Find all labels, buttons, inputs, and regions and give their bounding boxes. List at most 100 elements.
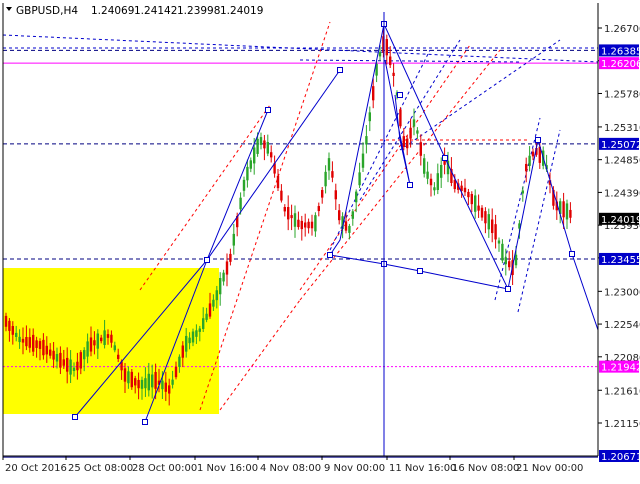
candle-body [52, 350, 55, 360]
candle-body [494, 224, 497, 240]
candle-body [331, 171, 334, 178]
time-tick-label: 25 Oct 08:00 [68, 463, 133, 474]
header-close: 1.24019 [220, 5, 263, 17]
candle-body [113, 345, 116, 351]
candle-body [66, 357, 69, 372]
trend-marker [72, 414, 78, 420]
candle-body [222, 272, 225, 282]
candle-body [423, 158, 426, 174]
header-open: 1.24069 [91, 5, 134, 17]
candle-body [154, 371, 157, 389]
candle-body [392, 72, 395, 76]
candle-body [55, 353, 59, 362]
candle-body [270, 152, 273, 158]
candle-body [504, 257, 507, 265]
candle-body [11, 326, 14, 335]
candle-body [348, 225, 351, 233]
candle-body [514, 254, 518, 266]
candle-body [195, 330, 198, 337]
price-tick-label: 1.25310 [604, 123, 640, 134]
time-tick-label: 20 Oct 2016 [5, 463, 67, 474]
candle-body [283, 207, 286, 212]
candle-body [399, 109, 402, 127]
candle-body [416, 130, 419, 134]
candle-body [21, 338, 25, 343]
price-tick-label: 1.21610 [604, 386, 640, 397]
candle-body [569, 209, 572, 218]
price-tick-label: 1.23000 [604, 287, 640, 298]
candle-body [178, 356, 181, 367]
candle-body [215, 290, 218, 301]
candle-body [385, 39, 388, 56]
price-chart[interactable]: GBPUSD,H4 1.24069 1.24142 1.23998 1.2401… [0, 0, 640, 480]
candle-body [477, 205, 480, 211]
trend-marker [142, 419, 148, 425]
candle-body [355, 191, 358, 203]
candle-body [351, 211, 354, 219]
candle-body [246, 166, 249, 181]
candle-body [42, 339, 45, 356]
chart-window[interactable]: GBPUSD,H4 1.24069 1.24142 1.23998 1.2401… [0, 0, 640, 480]
candle-body [110, 334, 113, 343]
candle-body [266, 142, 269, 154]
candle-body [293, 213, 297, 227]
candle-body [361, 153, 365, 168]
candle-body [32, 334, 35, 352]
candle-body [419, 142, 422, 156]
price-tick-label: 1.22540 [604, 320, 640, 331]
header-high: 1.24142 [134, 5, 177, 17]
candle-body [487, 214, 490, 230]
candle-body [8, 320, 11, 331]
candle-body [161, 380, 164, 390]
candle-body [239, 197, 242, 210]
candle-body [491, 219, 494, 234]
candle-body [317, 206, 320, 212]
price-badge-label: 1.25072 [601, 140, 640, 151]
price-badge-label: 1.23455 [601, 255, 640, 266]
candle-body [259, 137, 263, 145]
candle-body [25, 336, 28, 347]
candle-body [225, 261, 229, 275]
candle-body [344, 221, 348, 231]
candle-body [188, 337, 191, 344]
candle-body [117, 354, 120, 359]
header-low: 1.23998 [177, 5, 220, 17]
candle-body [263, 140, 266, 149]
price-badge: 1.25072 [599, 137, 640, 151]
candle-body [565, 203, 569, 220]
candle-body [304, 222, 307, 228]
candle-body [528, 155, 531, 166]
candle-body [327, 158, 331, 171]
price-badge: 1.24019 [599, 212, 640, 226]
candle-body [137, 379, 140, 389]
candle-body [38, 341, 42, 349]
time-tick-label: 4 Nov 08:00 [260, 463, 321, 474]
candle-body [4, 315, 8, 327]
candle-body [280, 190, 283, 201]
candle-body [130, 371, 133, 388]
candle-body [525, 163, 528, 172]
candle-body [562, 201, 565, 218]
candle-body [232, 233, 235, 246]
candle-body [249, 160, 252, 169]
candle-body [406, 138, 409, 149]
candle-body [69, 359, 72, 375]
candle-body [45, 345, 48, 355]
candle-body [168, 385, 171, 394]
candle-body [28, 337, 31, 348]
price-tick-label: 1.26700 [604, 24, 640, 35]
candle-body [470, 193, 473, 205]
candle-body [49, 349, 52, 356]
candle-body [106, 334, 110, 338]
candle-body [174, 366, 178, 378]
candle-body [436, 173, 439, 190]
time-tick-label: 11 Nov 16:00 [389, 463, 456, 474]
time-tick-label: 9 Nov 00:00 [324, 463, 385, 474]
price-badge-label: 1.24019 [601, 215, 640, 226]
candle-body [474, 195, 477, 212]
candle-body [89, 337, 93, 352]
candle-body [103, 330, 106, 346]
candle-body [334, 190, 337, 200]
candle-body [93, 340, 96, 346]
candle-body [212, 299, 215, 307]
